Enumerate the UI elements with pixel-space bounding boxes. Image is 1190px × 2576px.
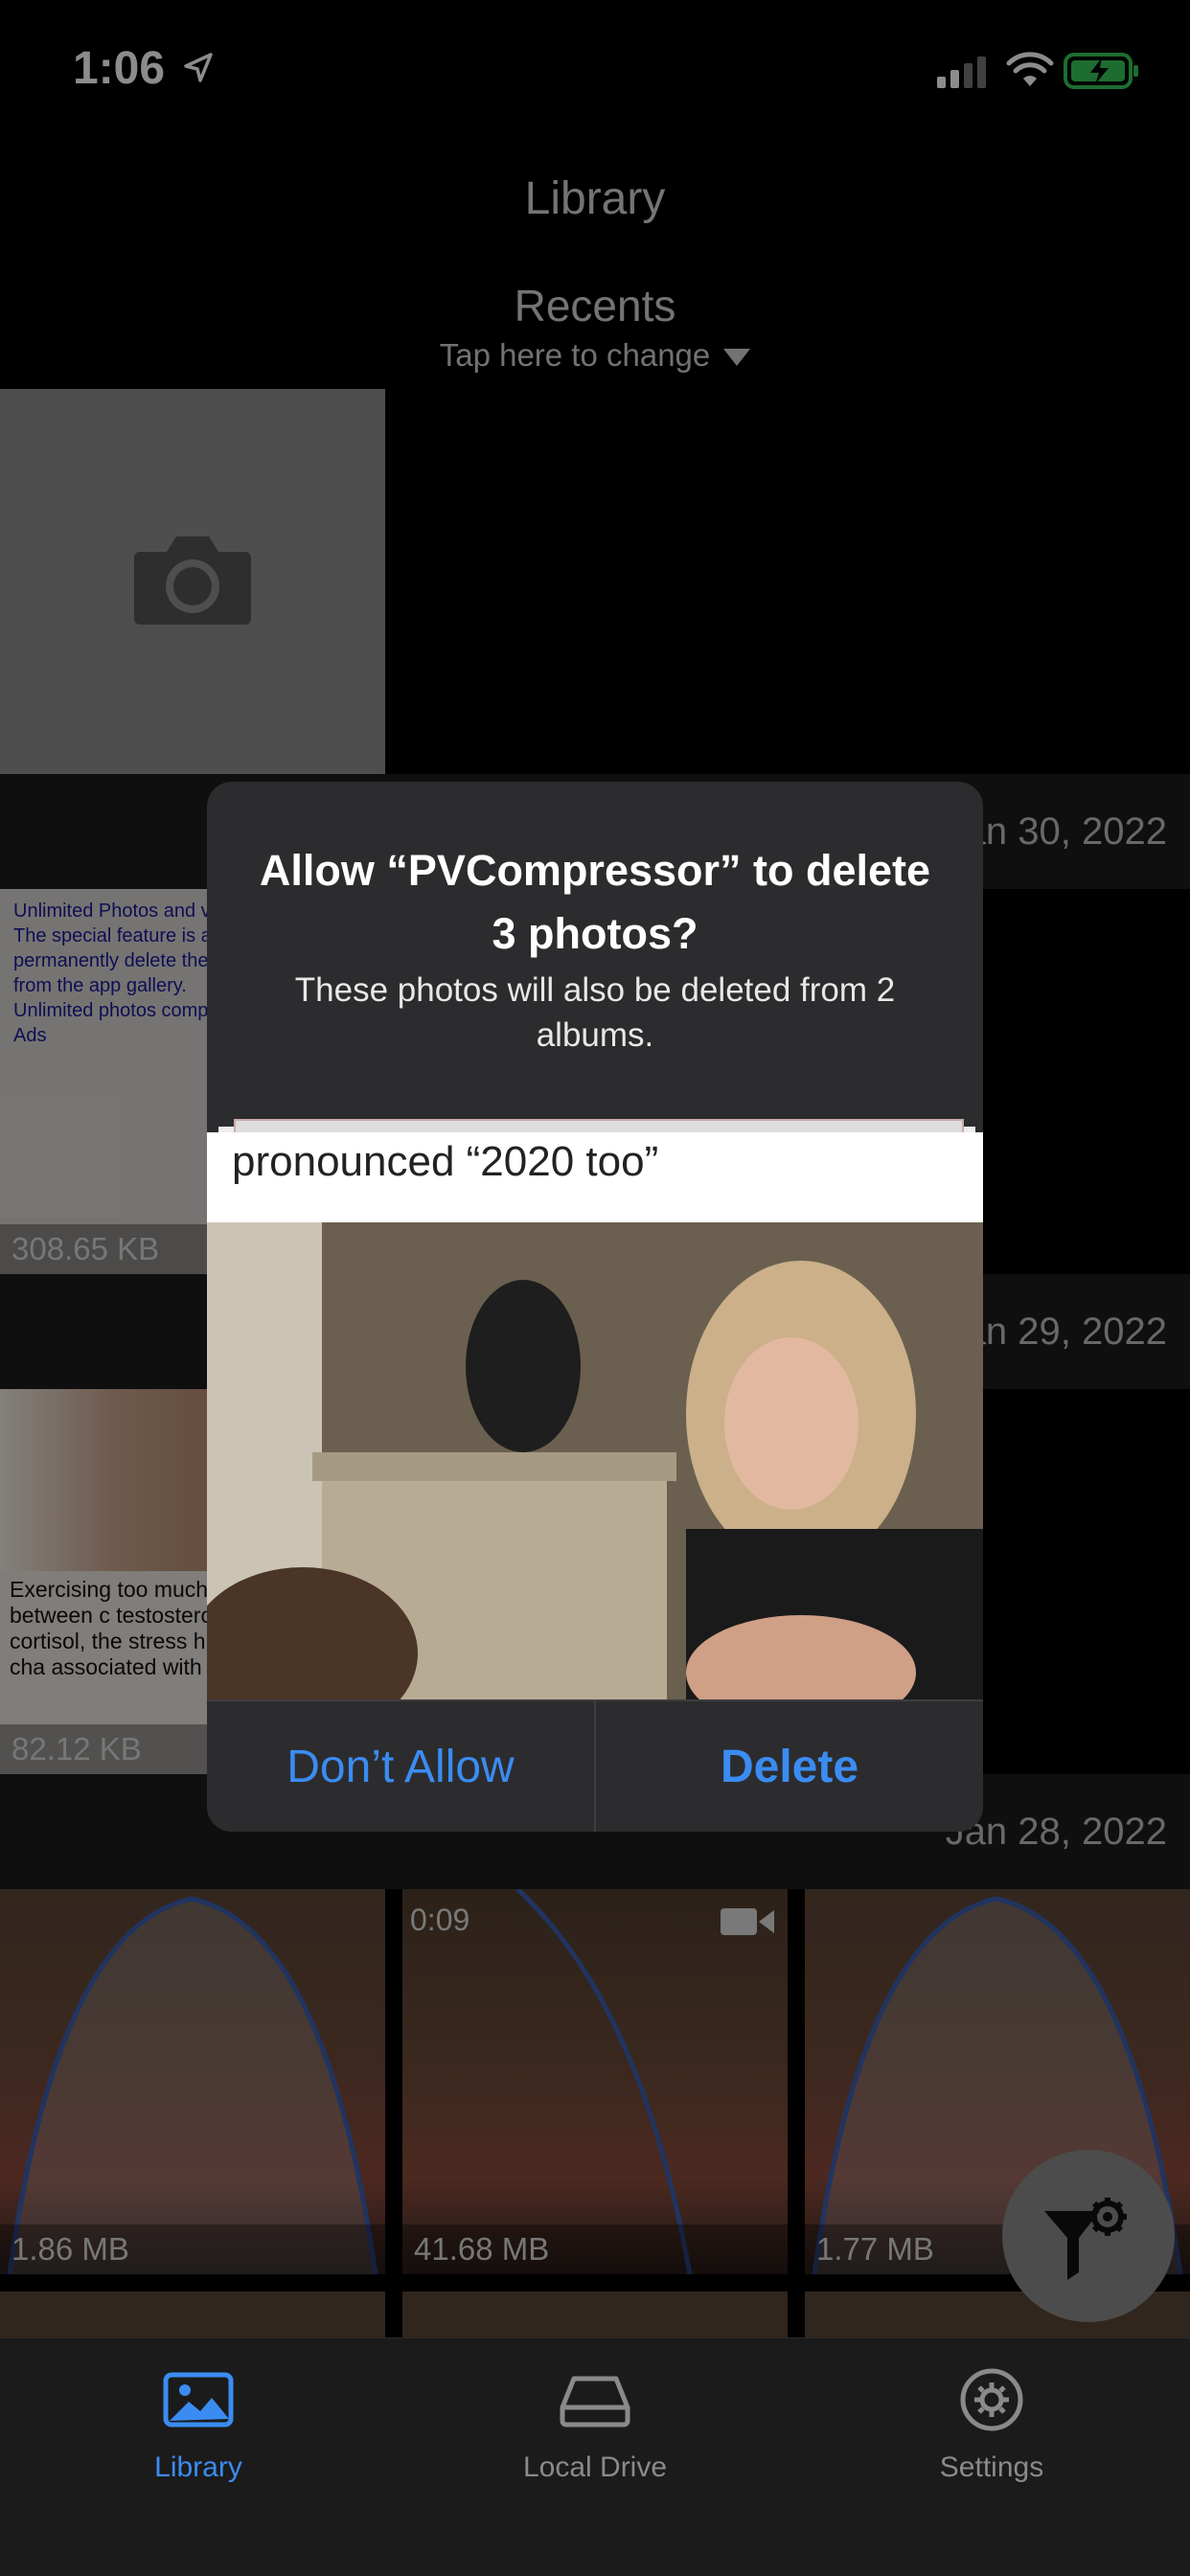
- tab-settings[interactable]: Settings: [793, 2338, 1190, 2530]
- delete-button[interactable]: Delete: [596, 1701, 983, 1832]
- tab-library[interactable]: Library: [0, 2338, 397, 2530]
- preview-image: [207, 1222, 983, 1699]
- tab-local-drive[interactable]: Local Drive: [397, 2338, 793, 2530]
- gear-icon: [960, 2368, 1023, 2431]
- dialog-message: These photos will also be deleted from 2…: [294, 971, 896, 1054]
- delete-permission-dialog: Allow “PVCompressor” to delete 3 photos?…: [207, 782, 983, 1832]
- tab-bar: Library Local Drive Settings: [0, 2337, 1190, 2576]
- photo-icon: [163, 2372, 234, 2428]
- drive-icon: [560, 2376, 630, 2428]
- dialog-title: Allow “PVCompressor” to delete 3 photos?: [259, 846, 931, 958]
- preview-caption: pronounced “2020 too”: [232, 1138, 659, 1185]
- dont-allow-button[interactable]: Don’t Allow: [207, 1701, 594, 1832]
